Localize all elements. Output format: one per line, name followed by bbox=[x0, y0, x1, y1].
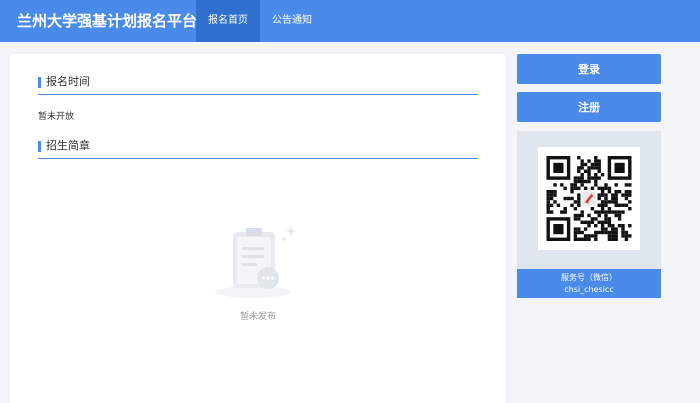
section-title-registration-time: 报名时间 bbox=[46, 75, 90, 88]
section-header-registration-time: 报名时间 bbox=[38, 73, 478, 95]
registration-status-text: 暂未开放 bbox=[38, 112, 75, 122]
login-button[interactable]: 登录 bbox=[517, 54, 661, 84]
clipboard-empty-icon bbox=[205, 222, 305, 312]
qr-caption-wechat-id: chsi_chesicc bbox=[564, 285, 614, 294]
nav-item-announcements[interactable]: 公告通知 bbox=[260, 0, 324, 42]
top-nav-bar: 兰州大学强基计划报名平台 报名首页 公告通知 bbox=[0, 0, 700, 42]
section-marker bbox=[38, 77, 41, 88]
main-nav: 报名首页 公告通知 bbox=[196, 0, 324, 42]
section-header-brochure: 招生简章 bbox=[38, 137, 478, 159]
qr-caption: 服务号（微信） chsi_chesicc bbox=[517, 269, 661, 298]
site-title[interactable]: 兰州大学强基计划报名平台 bbox=[17, 0, 197, 42]
nav-item-home[interactable]: 报名首页 bbox=[196, 0, 260, 42]
wechat-qr-code bbox=[538, 147, 640, 250]
qr-caption-service-account: 服务号（微信） bbox=[561, 273, 617, 282]
brochure-empty-text: 暂未发布 bbox=[239, 312, 276, 322]
main-content-card: 报名时间 暂未开放 招生简章 暂未发布 bbox=[10, 54, 506, 403]
register-button[interactable]: 注册 bbox=[517, 92, 661, 122]
wechat-qr-panel: 服务号（微信） chsi_chesicc bbox=[517, 131, 661, 298]
section-title-brochure: 招生简章 bbox=[46, 139, 90, 152]
section-marker bbox=[38, 141, 41, 152]
